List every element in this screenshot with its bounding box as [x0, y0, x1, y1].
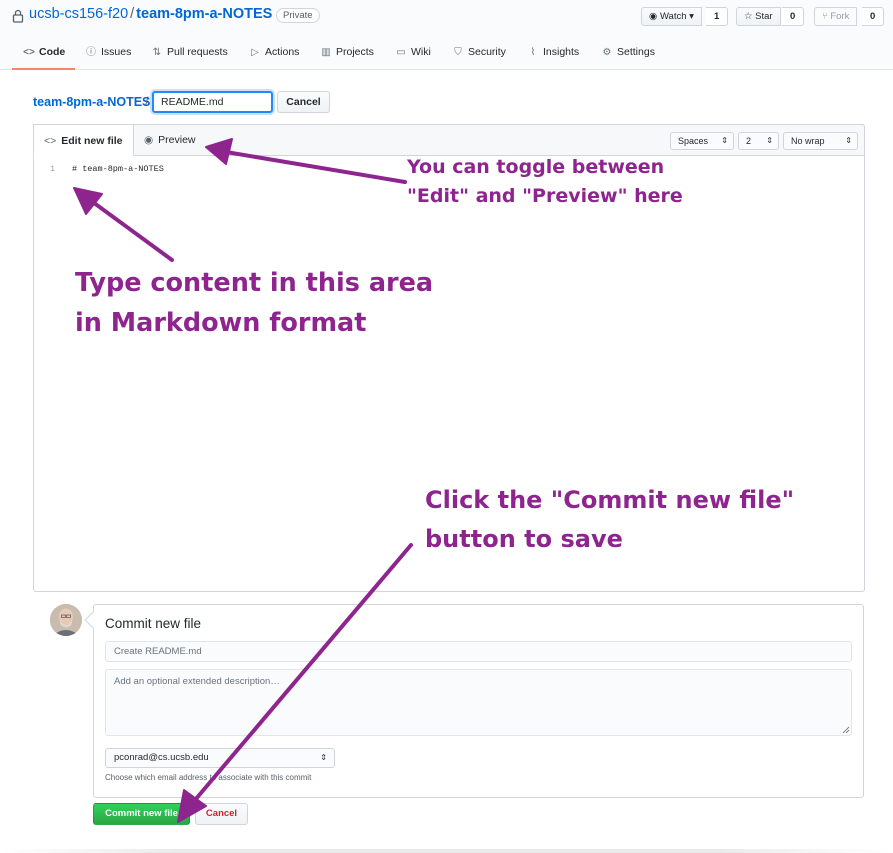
breadcrumb-repo-link[interactable]: team-8pm-a-NOTES [33, 95, 150, 109]
cancel-path-button[interactable]: Cancel [277, 91, 330, 113]
graph-icon: ⌇ [530, 47, 536, 58]
annotation-commit-line2: button to save [425, 525, 623, 553]
eye-icon: ◉ [649, 11, 658, 22]
visibility-badge: Private [276, 8, 320, 23]
shield-icon: ⛉ [454, 47, 462, 58]
repo-title: ucsb-cs156-f20/team-8pm-a-NOTES [29, 6, 272, 22]
tab-code[interactable]: <> Code [12, 40, 76, 70]
annotation-type-line2: in Markdown format [75, 308, 367, 338]
annotation-type-line1: Type content in this area [75, 268, 434, 298]
annotation-commit-line1: Click the "Commit new file" [425, 486, 795, 514]
commit-email-select[interactable]: pconrad@cs.ucsb.edu ⇕ [105, 748, 335, 768]
wrap-mode-value: No wrap [791, 136, 825, 146]
indent-mode-value: Spaces [678, 136, 709, 146]
fork-button[interactable]: ⑂ Fork [814, 7, 858, 26]
watch-label: Watch [659, 11, 687, 22]
tab-wiki-label: Wiki [411, 46, 431, 58]
select-arrows-icon: ⇕ [721, 136, 728, 145]
edit-tab-label: Edit new file [61, 135, 123, 147]
tab-insights-label: Insights [543, 46, 580, 58]
watch-button[interactable]: ◉ Watch ▾ [641, 7, 702, 26]
preview-tab-label: Preview [158, 134, 196, 146]
caret-down-icon: ▾ [689, 11, 694, 22]
filename-input[interactable]: README.md [152, 91, 273, 113]
wrap-mode-select[interactable]: No wrap ⇕ [783, 132, 858, 150]
line-number: 1 [50, 164, 56, 174]
fork-label: Fork [830, 11, 850, 22]
tab-wiki[interactable]: ▭ Wiki [384, 40, 441, 70]
book-icon: ▭ [396, 47, 406, 58]
star-button[interactable]: ☆ Star [736, 7, 781, 26]
annotation-toggle: You can toggle between "Edit" and "Previ… [407, 153, 683, 211]
tab-projects-label: Projects [336, 46, 374, 58]
annotation-commit: Click the "Commit new file" button to sa… [425, 481, 794, 559]
tab-issues[interactable]: ⓘ Issues [74, 40, 141, 70]
avatar [50, 604, 82, 636]
tab-issues-label: Issues [101, 46, 132, 58]
fork-count[interactable]: 0 [862, 7, 885, 26]
repo-title-separator: / [130, 6, 135, 22]
code-icon: <> [23, 47, 35, 58]
tab-code-label: Code [39, 46, 66, 58]
repo-owner-link[interactable]: ucsb-cs156-f20 [29, 6, 128, 22]
tab-pull-requests-label: Pull requests [167, 46, 228, 58]
cancel-commit-button[interactable]: Cancel [195, 803, 248, 825]
resize-handle-icon[interactable] [842, 726, 850, 734]
tab-preview[interactable]: ◉ Preview [134, 124, 206, 156]
commit-new-file-button[interactable]: Commit new file [93, 803, 190, 825]
indent-size-value: 2 [746, 136, 752, 146]
pull-request-icon: ⇅ [152, 47, 162, 58]
eye-icon: ◉ [144, 134, 154, 146]
breadcrumb-separator: / [145, 95, 149, 109]
indent-mode-select[interactable]: Spaces ⇕ [670, 132, 734, 150]
annotation-type-content: Type content in this area in Markdown fo… [75, 263, 433, 343]
repo-name-link[interactable]: team-8pm-a-NOTES [136, 6, 272, 22]
project-icon: ▥ [321, 47, 331, 58]
email-note: Choose which email address to associate … [105, 773, 312, 782]
tab-actions[interactable]: ▷ Actions [238, 40, 309, 70]
gear-icon: ⚙ [602, 47, 612, 58]
indent-size-select[interactable]: 2 ⇕ [738, 132, 779, 150]
tab-projects[interactable]: ▥ Projects [309, 40, 384, 70]
fork-icon: ⑂ [822, 11, 828, 22]
select-arrows-icon: ⇕ [845, 136, 852, 145]
lock-icon [12, 9, 24, 23]
commit-title: Commit new file [105, 616, 202, 631]
code-icon: <> [44, 135, 57, 147]
code-line[interactable]: # team-8pm-a-NOTES [72, 164, 164, 174]
star-icon: ☆ [744, 11, 753, 22]
watch-count[interactable]: 1 [706, 7, 729, 26]
footer-divider [0, 849, 893, 853]
commit-email-value: pconrad@cs.ucsb.edu [114, 752, 209, 763]
tab-settings-label: Settings [617, 46, 655, 58]
select-arrows-icon: ⇕ [320, 753, 327, 762]
tab-security-label: Security [468, 46, 506, 58]
star-label: Star [755, 11, 773, 22]
tab-settings[interactable]: ⚙ Settings [590, 40, 665, 70]
select-arrows-icon: ⇕ [766, 136, 773, 145]
star-count[interactable]: 0 [782, 7, 805, 26]
annotation-toggle-line2: "Edit" and "Preview" here [407, 185, 683, 207]
play-icon: ▷ [251, 47, 259, 58]
commit-summary-input[interactable]: Create README.md [105, 641, 852, 662]
commit-description-input[interactable]: Add an optional extended description… [105, 669, 852, 736]
annotation-toggle-line1: You can toggle between [407, 156, 665, 178]
tab-actions-label: Actions [265, 46, 300, 58]
tab-security[interactable]: ⛉ Security [441, 40, 516, 70]
issue-icon: ⓘ [86, 47, 96, 58]
tab-insights[interactable]: ⌇ Insights [516, 40, 589, 70]
tab-edit-new-file[interactable]: <> Edit new file [33, 124, 134, 156]
tab-pull-requests[interactable]: ⇅ Pull requests [140, 40, 238, 70]
